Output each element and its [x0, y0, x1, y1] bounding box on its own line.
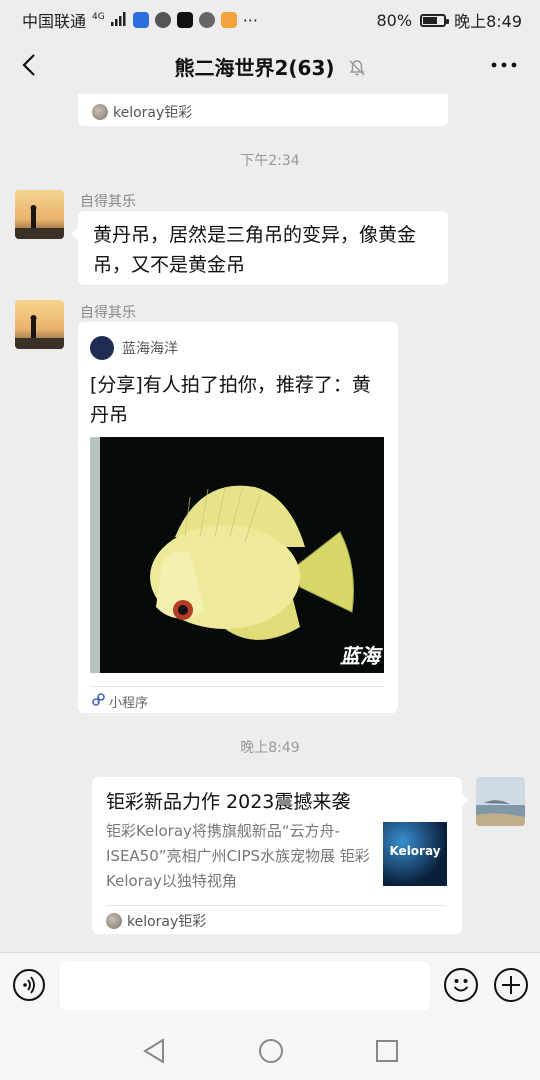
browser-icon [198, 12, 215, 28]
mini-program-label: 小程序 [109, 696, 149, 711]
divider [90, 686, 384, 687]
avatar[interactable] [15, 190, 64, 239]
sender-name: 自得其乐 [80, 194, 136, 210]
nav-recents-button[interactable] [372, 1036, 402, 1066]
square-recents-icon [376, 1040, 398, 1062]
avatar-self[interactable] [476, 777, 525, 826]
mini-program-account-row: 蓝海海洋 [90, 336, 178, 360]
mini-program-card[interactable]: 蓝海海洋 [分享]有人拍了拍你，推荐了：黄丹吊 蓝海 小程序 [78, 322, 398, 713]
timestamp: 下午2:34 [240, 153, 300, 169]
bubble-tail [461, 793, 469, 807]
tiktok-icon [176, 12, 193, 28]
mini-program-icon [92, 693, 105, 710]
status-left: 中国联通 4G ··· [22, 8, 258, 32]
card-source: keloray钜彩 [127, 914, 207, 930]
timestamp: 晚上8:49 [240, 740, 300, 756]
partial-link-card[interactable]: keloray钜彩 [78, 94, 448, 126]
chat-title-wrap: 熊二海世界2(63) [0, 52, 540, 82]
mini-program-title: [分享]有人拍了拍你，推荐了：黄丹吊 [90, 374, 371, 426]
nav-home-button[interactable] [256, 1036, 286, 1066]
message-text: 黄丹吊，居然是三角吊的变异，像黄金吊，又不是黄金吊 [93, 224, 417, 276]
bell-off-icon [348, 58, 366, 82]
text-message-bubble[interactable]: 黄丹吊，居然是三角吊的变异，像黄金吊，又不是黄金吊 [71, 211, 448, 285]
voice-button[interactable] [13, 969, 45, 1001]
fish-image[interactable]: 蓝海 [90, 437, 384, 673]
status-right: 80% 晚上8:49 [377, 8, 523, 32]
more-notifications-icon: ··· [242, 10, 258, 30]
nav-back-button[interactable] [140, 1036, 170, 1066]
battery-percent: 80% [376, 10, 413, 30]
source-logo-icon [106, 913, 122, 929]
image-watermark: 蓝海 [340, 644, 380, 668]
mini-program-footer: 小程序 [92, 692, 148, 711]
thumbnail-text: Keloray [389, 844, 441, 858]
link-card-thumbnail: Keloray [383, 822, 447, 886]
link-card-source-row: keloray钜彩 [106, 911, 206, 931]
status-bar: 中国联通 4G ··· 80% 晚上8:49 [0, 0, 540, 36]
avatar[interactable] [15, 300, 64, 349]
triangle-back-icon [143, 1038, 164, 1064]
circle-home-icon [259, 1039, 283, 1063]
orange-app-icon [220, 12, 237, 28]
input-bar [0, 952, 540, 1021]
link-card-description: 钜彩Keloray将携旗舰新品“云方舟-ISEA50”亮相广州CIPS水族宠物展… [106, 822, 370, 890]
sender-name: 自得其乐 [80, 305, 136, 321]
more-button[interactable] [484, 48, 524, 82]
source-logo-icon [92, 104, 108, 120]
system-nav-bar [0, 1020, 540, 1080]
shield-icon [154, 12, 171, 28]
account-logo-icon [90, 336, 114, 360]
plus-button[interactable] [494, 968, 528, 1002]
app-notification-icon [132, 12, 149, 28]
divider [106, 905, 446, 906]
plus-icon [502, 976, 520, 994]
link-card[interactable]: 钜彩新品力作 2023震撼来袭 钜彩Keloray将携旗舰新品“云方舟-ISEA… [92, 777, 469, 934]
account-name: 蓝海海洋 [122, 341, 178, 357]
network-type: 4G [92, 12, 105, 22]
message-input[interactable] [60, 962, 430, 1010]
back-button[interactable] [12, 48, 46, 82]
smiley-icon [453, 979, 469, 992]
chat-header: 熊二海世界2(63) [0, 36, 540, 94]
more-dots-icon [491, 62, 517, 68]
signal-icon [110, 11, 127, 30]
card-source: keloray钜彩 [113, 105, 193, 121]
chevron-left-icon [22, 54, 35, 76]
emoji-button[interactable] [444, 968, 478, 1002]
chat-title[interactable]: 熊二海世界2(63) [175, 56, 335, 80]
voice-icon [23, 976, 35, 994]
carrier-name: 中国联通 [22, 12, 87, 31]
link-card-title: 钜彩新品力作 2023震撼来袭 [106, 791, 351, 813]
battery-icon [420, 13, 450, 27]
clock: 晚上8:49 [454, 12, 522, 31]
